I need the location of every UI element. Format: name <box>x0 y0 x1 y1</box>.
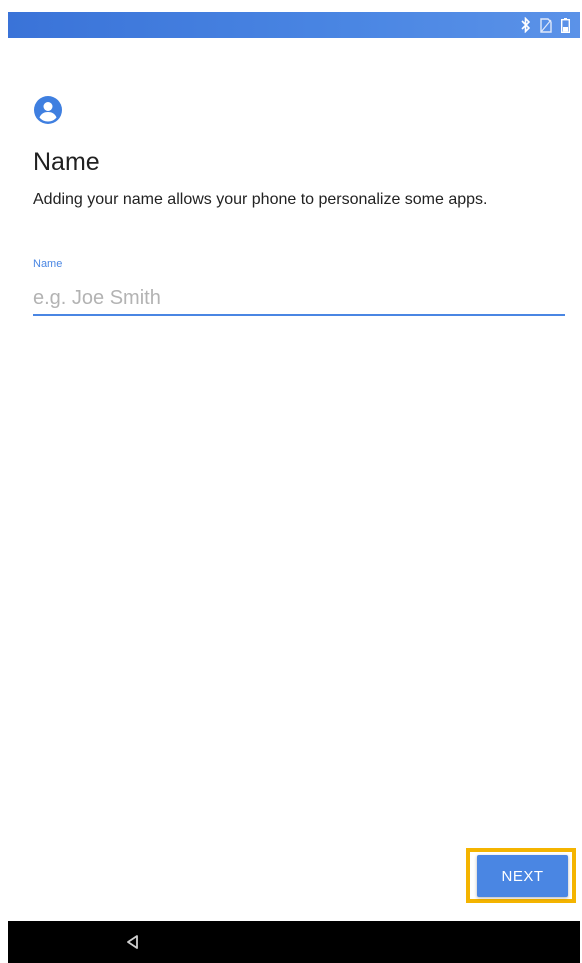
page-title: Name <box>33 148 100 176</box>
status-icons <box>521 17 570 33</box>
status-bar <box>8 12 580 38</box>
back-icon[interactable] <box>122 931 144 953</box>
name-field-label: Name <box>33 258 63 270</box>
account-circle-icon <box>33 95 63 125</box>
no-sim-icon <box>540 17 552 33</box>
name-input[interactable] <box>33 282 565 316</box>
page-subtitle: Adding your name allows your phone to pe… <box>33 191 488 208</box>
next-button[interactable]: NEXT <box>477 855 568 897</box>
battery-icon <box>561 17 570 33</box>
bluetooth-icon <box>521 17 531 33</box>
navigation-bar <box>8 921 580 963</box>
